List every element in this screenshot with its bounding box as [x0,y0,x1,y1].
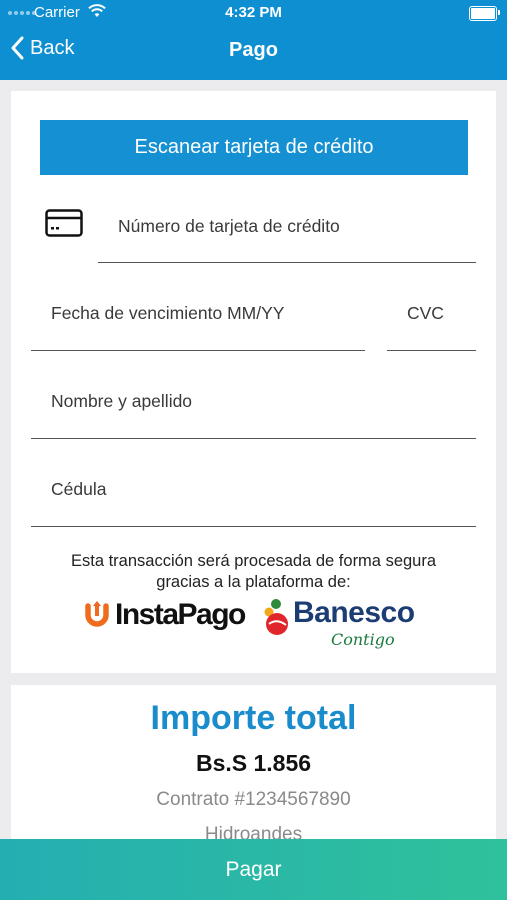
cedula-placeholder: Cédula [51,479,107,499]
banesco-wordmark: Banesco [293,596,415,629]
header: Carrier 4:32 PM Back Pago [0,0,507,80]
card-number-field[interactable]: Número de tarjeta de crédito [98,204,476,263]
instapago-mark-icon [85,601,109,627]
cedula-field[interactable]: Cédula [31,467,476,527]
scan-card-button[interactable]: Escanear tarjeta de crédito [40,120,468,175]
banesco-tagline: Contigo [331,630,395,649]
banesco-logo: Banesco Contigo [261,596,431,652]
banesco-mark-icon [264,599,288,635]
full-name-field[interactable]: Nombre y apellido [31,379,476,439]
total-title: Importe total [150,699,357,737]
full-name-placeholder: Nombre y apellido [51,391,193,411]
nav-bar: Back Pago [0,26,507,80]
payment-form-card: Escanear tarjeta de crédito Número de ta… [11,91,496,673]
credit-card-icon [45,209,83,242]
expiry-placeholder: Fecha de vencimiento MM/YY [51,303,285,323]
battery-icon [469,6,500,21]
contract-number: Contrato #1234567890 [156,789,351,810]
status-time: 4:32 PM [225,4,282,21]
secure-notice-line-1: Esta transacción será procesada de forma… [70,552,437,570]
cvc-field[interactable]: CVC [387,291,476,351]
instapago-logo: InstaPago [83,598,246,632]
expiry-field[interactable]: Fecha de vencimiento MM/YY [31,291,365,351]
secure-notice: Esta transacción será procesada de forma… [11,551,496,593]
total-amount: Bs.S 1.856 [195,750,312,776]
page-title: Pago [229,39,278,61]
cvc-placeholder: CVC [407,303,444,323]
card-number-placeholder: Número de tarjeta de crédito [118,216,340,236]
pay-button[interactable]: Pagar [0,839,507,900]
secure-notice-line-2: gracias a la plataforma de: [156,573,351,591]
partner-logos: InstaPago Banesco Contigo [11,594,496,652]
status-bar: Carrier 4:32 PM [0,0,507,26]
instapago-wordmark: InstaPago [115,598,246,631]
